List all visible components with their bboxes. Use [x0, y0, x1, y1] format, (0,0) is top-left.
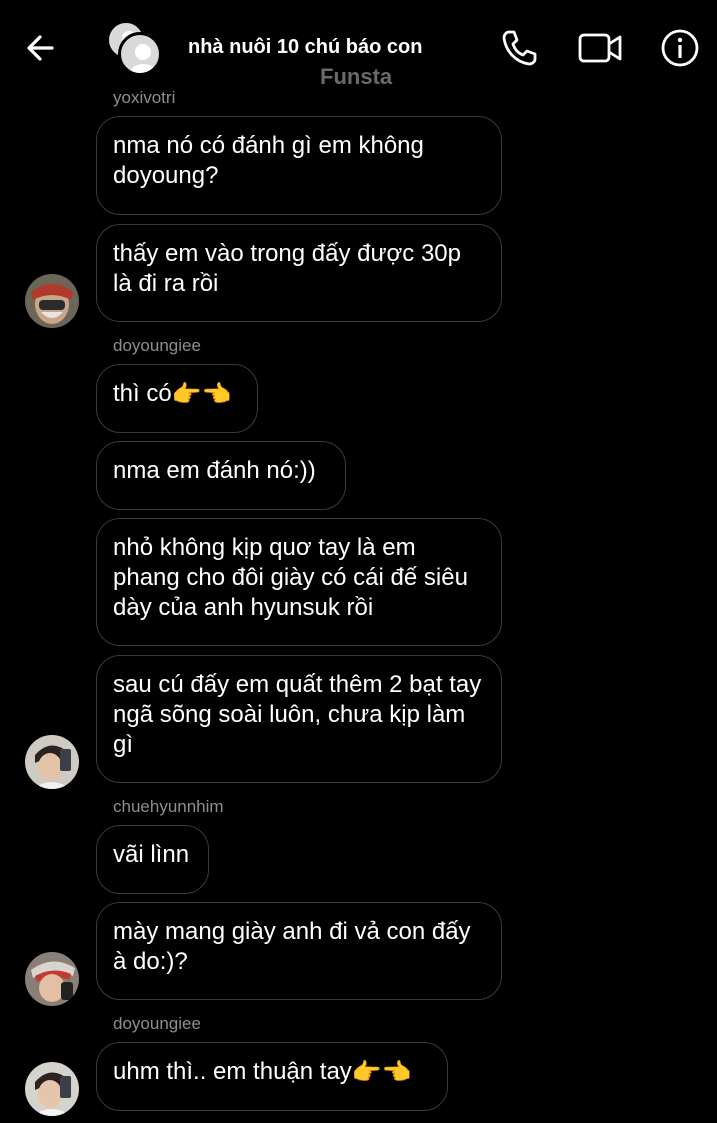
message-bubble[interactable]: mày mang giày anh đi vả con đấy à do:)?: [96, 902, 502, 1000]
message-text: vãi lìnn: [113, 841, 190, 868]
back-button[interactable]: [22, 28, 62, 68]
message-text: thì có: [113, 380, 172, 407]
pointing-fingers-emoji: 👉👈: [351, 1058, 412, 1086]
message-bubble[interactable]: uhm thì.. em thuận tay👉👈: [96, 1042, 448, 1111]
message-bubble[interactable]: thì có👉👈: [96, 364, 258, 433]
group-title[interactable]: nhà nuôi 10 chú báo con: [188, 36, 422, 59]
pointing-fingers-emoji: 👉👈: [171, 380, 232, 408]
chat-header: nhà nuôi 10 chú báo con Funsta: [0, 0, 717, 92]
avatar: [118, 32, 162, 76]
message-text: sau cú đấy em quất thêm 2 bạt tay ngã sõ…: [113, 671, 482, 758]
message-bubble[interactable]: vãi lìnn: [96, 825, 209, 894]
group-subtitle: Funsta: [320, 64, 393, 89]
arrow-left-icon: [27, 35, 54, 61]
sender-name: chuehyunnhim: [113, 797, 224, 816]
message-text: nma em đánh nó:)): [113, 457, 316, 484]
message-text: nma nó có đánh gì em không doyoung?: [113, 132, 424, 189]
message-bubble[interactable]: thấy em vào trong đấy được 30p là đi ra …: [96, 224, 502, 322]
sender-name: doyoungiee: [113, 1014, 201, 1033]
message-bubble[interactable]: nma nó có đánh gì em không doyoung?: [96, 116, 502, 215]
avatar[interactable]: [25, 274, 79, 328]
call-button[interactable]: [497, 26, 541, 70]
video-call-button[interactable]: [576, 26, 622, 70]
phone-icon: [502, 30, 537, 66]
group-avatar[interactable]: [106, 20, 164, 78]
sender-name: yoxivotri: [113, 88, 176, 107]
message-bubble[interactable]: nhỏ không kịp quơ tay là em phang cho đô…: [96, 518, 502, 646]
avatar[interactable]: [25, 1062, 79, 1116]
message-text: mày mang giày anh đi vả con đấy à do:)?: [113, 918, 471, 975]
video-camera-icon: [578, 33, 622, 63]
sender-name: doyoungiee: [113, 336, 201, 355]
avatar[interactable]: [25, 735, 79, 789]
message-bubble[interactable]: sau cú đấy em quất thêm 2 bạt tay ngã sõ…: [96, 655, 502, 783]
message-text: nhỏ không kịp quơ tay là em phang cho đô…: [113, 534, 468, 621]
info-button[interactable]: [658, 26, 702, 70]
avatar[interactable]: [25, 952, 79, 1006]
message-text: thấy em vào trong đấy được 30p là đi ra …: [113, 240, 461, 297]
message-text: uhm thì.. em thuận tay: [113, 1058, 352, 1085]
info-icon: [661, 29, 699, 67]
message-bubble[interactable]: nma em đánh nó:)): [96, 441, 346, 510]
